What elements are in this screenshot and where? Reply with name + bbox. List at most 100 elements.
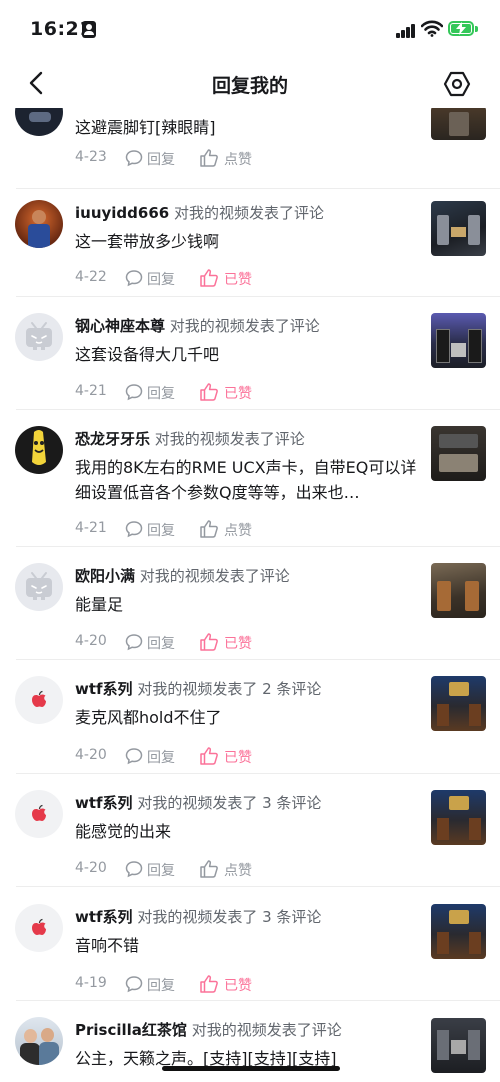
video-thumbnail[interactable]: [431, 426, 486, 481]
signal-icon: [396, 22, 416, 38]
reply-content[interactable]: 这避震脚钉[辣眼睛]: [75, 115, 420, 140]
reply-content[interactable]: 这套设备得大几千吧: [75, 342, 420, 367]
apple-logo-avatar-icon[interactable]: [15, 676, 63, 724]
reply-content[interactable]: 能量足: [75, 592, 420, 617]
wifi-icon: [421, 20, 443, 37]
reply-bubble-icon[interactable]: [125, 747, 143, 765]
reply-action: 对我的视频发表了评论: [139, 567, 290, 585]
reply-date: 4-22: [75, 269, 107, 285]
thumbs-up-icon[interactable]: [199, 382, 219, 402]
reply-action: 对我的视频发表了 3 条评论: [137, 794, 322, 812]
reply-content[interactable]: 音响不错: [75, 933, 420, 958]
like-label[interactable]: 点赞: [224, 860, 252, 880]
video-thumbnail[interactable]: [431, 904, 486, 959]
reply-label[interactable]: 回复: [147, 383, 175, 403]
reply-label[interactable]: 回复: [147, 747, 175, 767]
reply-date: 4-19: [75, 975, 107, 991]
reply-content[interactable]: 我用的8K左右的RME UCX声卡，自带EQ可以详细设置低音各个参数Q度等等，出…: [75, 455, 420, 505]
username[interactable]: 欧阳小满: [75, 567, 135, 585]
reply-bubble-icon[interactable]: [125, 383, 143, 401]
reply-item[interactable]: 钢心神座本尊 对我的视频发表了评论 这套设备得大几千吧 4-21 回复 已赞: [0, 297, 500, 410]
reply-label[interactable]: 回复: [147, 860, 175, 880]
status-bar: 16:21: [0, 0, 500, 58]
username[interactable]: Priscilla红茶馆: [75, 1021, 187, 1039]
like-label[interactable]: 已赞: [224, 383, 252, 403]
reply-bubble-icon[interactable]: [125, 520, 143, 538]
thumbs-up-icon[interactable]: [199, 974, 219, 994]
username[interactable]: wtf系列: [75, 794, 133, 812]
home-indicator[interactable]: [162, 1066, 340, 1071]
reply-item[interactable]: 恐龙牙牙乐 对我的视频发表了评论 我用的8K左右的RME UCX声卡，自带EQ可…: [0, 410, 500, 547]
reply-item[interactable]: wtf系列 对我的视频发表了 3 条评论 能感觉的出来 4-20 回复 点赞: [0, 774, 500, 887]
apple-logo-avatar-icon[interactable]: [15, 904, 63, 952]
video-thumbnail[interactable]: [431, 790, 486, 845]
reply-date: 4-23: [75, 149, 107, 165]
thumbs-up-icon[interactable]: [199, 632, 219, 652]
video-thumbnail[interactable]: [431, 676, 486, 731]
thumbs-up-icon[interactable]: [199, 148, 219, 168]
settings-gear-icon[interactable]: [443, 70, 471, 98]
like-label[interactable]: 已赞: [224, 975, 252, 995]
like-label[interactable]: 已赞: [224, 633, 252, 653]
video-thumbnail[interactable]: [431, 313, 486, 368]
username[interactable]: 恐龙牙牙乐: [75, 430, 150, 448]
reply-label[interactable]: 回复: [147, 149, 175, 169]
reply-bubble-icon[interactable]: [125, 860, 143, 878]
reply-item[interactable]: 这避震脚钉[辣眼睛] 4-23 回复 点赞: [0, 88, 500, 188]
charging-bolt-icon: [456, 22, 466, 35]
reply-action: 对我的视频发表了 3 条评论: [137, 908, 322, 926]
reply-action: 对我的视频发表了评论: [174, 204, 325, 222]
like-label[interactable]: 点赞: [224, 149, 252, 169]
thumbs-up-icon[interactable]: [199, 268, 219, 288]
reply-header: 欧阳小满 对我的视频发表了评论: [75, 565, 290, 586]
default-tv-avatar-icon[interactable]: [15, 563, 63, 611]
reply-bubble-icon[interactable]: [125, 269, 143, 287]
page-title: 回复我的: [211, 75, 288, 97]
reply-header: iuuyidd666 对我的视频发表了评论: [75, 202, 324, 223]
username[interactable]: 钢心神座本尊: [75, 317, 165, 335]
reply-item[interactable]: 欧阳小满 对我的视频发表了评论 能量足 4-20 回复 已赞: [0, 547, 500, 660]
reply-action: 对我的视频发表了 2 条评论: [137, 680, 322, 698]
like-label[interactable]: 点赞: [224, 520, 252, 540]
video-thumbnail[interactable]: [431, 201, 486, 256]
reply-header: 钢心神座本尊 对我的视频发表了评论: [75, 315, 320, 336]
thumbs-up-icon[interactable]: [199, 746, 219, 766]
reply-item[interactable]: wtf系列 对我的视频发表了 2 条评论 麦克风都hold不住了 4-20 回复…: [0, 660, 500, 774]
reply-label[interactable]: 回复: [147, 269, 175, 289]
reply-date: 4-20: [75, 747, 107, 763]
reply-bubble-icon[interactable]: [125, 975, 143, 993]
apple-logo-avatar-icon[interactable]: [15, 790, 63, 838]
reply-item[interactable]: iuuyidd666 对我的视频发表了评论 这一套带放多少钱啊 4-22 回复 …: [0, 189, 500, 297]
banana-cartoon-avatar-icon[interactable]: [15, 426, 63, 474]
reply-date: 4-20: [75, 633, 107, 649]
reply-bubble-icon[interactable]: [125, 633, 143, 651]
video-thumbnail[interactable]: [431, 1018, 486, 1073]
like-label[interactable]: 已赞: [224, 747, 252, 767]
username[interactable]: wtf系列: [75, 680, 133, 698]
thumbs-up-icon[interactable]: [199, 519, 219, 539]
reply-date: 4-20: [75, 860, 107, 876]
thumbs-up-icon[interactable]: [199, 859, 219, 879]
reply-date: 4-21: [75, 383, 107, 399]
username[interactable]: wtf系列: [75, 908, 133, 926]
couple-photo-avatar-icon[interactable]: [15, 1017, 63, 1065]
default-tv-avatar-icon[interactable]: [15, 313, 63, 361]
reply-content[interactable]: 麦克风都hold不住了: [75, 705, 420, 730]
basketball-player-avatar-icon[interactable]: [15, 200, 63, 248]
reply-content[interactable]: 能感觉的出来: [75, 819, 420, 844]
reply-header: 恐龙牙牙乐 对我的视频发表了评论: [75, 428, 305, 449]
username[interactable]: iuuyidd666: [75, 204, 169, 222]
reply-label[interactable]: 回复: [147, 975, 175, 995]
video-thumbnail[interactable]: [431, 563, 486, 618]
reply-label[interactable]: 回复: [147, 633, 175, 653]
reply-label[interactable]: 回复: [147, 520, 175, 540]
reply-header: wtf系列 对我的视频发表了 3 条评论: [75, 792, 321, 813]
reply-bubble-icon[interactable]: [125, 149, 143, 167]
video-thumbnail[interactable]: [431, 106, 486, 140]
reply-date: 4-21: [75, 520, 107, 536]
reply-item[interactable]: wtf系列 对我的视频发表了 3 条评论 音响不错 4-19 回复 已赞: [0, 887, 500, 1001]
reply-action: 对我的视频发表了评论: [191, 1021, 342, 1039]
reply-content[interactable]: 这一套带放多少钱啊: [75, 229, 420, 254]
like-label[interactable]: 已赞: [224, 269, 252, 289]
nav-bar: 回复我的: [0, 58, 500, 108]
